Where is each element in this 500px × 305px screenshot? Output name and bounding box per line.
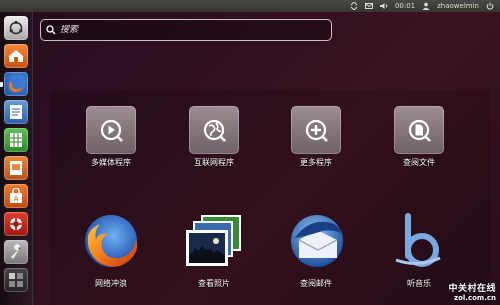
- ubuntu-logo-icon: [9, 20, 23, 35]
- category-tile-internet[interactable]: [189, 106, 239, 154]
- app-shortcut-photos[interactable]: [184, 212, 244, 270]
- presentation-icon: [10, 161, 22, 175]
- firefox-icon: [8, 77, 23, 93]
- launcher-settings[interactable]: [4, 240, 28, 264]
- search-icon: [46, 25, 56, 35]
- app-shortcut-web[interactable]: [80, 210, 142, 272]
- clock[interactable]: 00:01: [395, 2, 415, 10]
- workspace-switcher-icon: [9, 273, 23, 287]
- category-label-media[interactable]: 多媒体程序: [71, 157, 151, 168]
- app-label-web[interactable]: 网络冲浪: [71, 278, 151, 289]
- top-panel: 00:01 zhaowelmin: [0, 0, 500, 12]
- app-label-mail[interactable]: 查阅邮件: [276, 278, 356, 289]
- app-shortcut-music[interactable]: [390, 210, 446, 272]
- launcher-firefox[interactable]: [4, 72, 28, 96]
- network-icon[interactable]: [350, 2, 358, 10]
- internet-globe-icon: [203, 119, 226, 142]
- system-tray: 00:01 zhaowelmin: [350, 2, 494, 10]
- user-icon: [422, 2, 430, 10]
- app-label-photos[interactable]: 查看照片: [174, 278, 254, 289]
- running-indicator: [0, 82, 3, 87]
- launcher: A: [0, 12, 33, 305]
- launcher-writer[interactable]: [4, 100, 28, 124]
- dash-home-button[interactable]: [4, 16, 28, 40]
- launcher-software-center[interactable]: A: [4, 184, 28, 208]
- files-document-icon: [408, 119, 431, 142]
- photos-icon: [186, 215, 241, 266]
- launcher-help[interactable]: [4, 212, 28, 236]
- search-box[interactable]: [40, 19, 332, 41]
- category-tile-more-apps[interactable]: [291, 106, 341, 154]
- document-writer-icon: [10, 105, 22, 119]
- power-icon[interactable]: [486, 2, 494, 10]
- media-play-icon: [100, 119, 123, 142]
- thunderbird-mail-icon: [291, 215, 343, 267]
- volume-icon[interactable]: [379, 2, 388, 10]
- category-label-internet[interactable]: 互联网程序: [174, 157, 254, 168]
- category-label-more-apps[interactable]: 更多程序: [276, 157, 356, 168]
- user-name[interactable]: zhaowelmin: [437, 2, 479, 10]
- search-input[interactable]: [56, 25, 320, 35]
- lifebuoy-icon: [10, 218, 22, 230]
- watermark-line2: zol.com.cn: [454, 294, 496, 302]
- home-folder-icon: [9, 50, 23, 62]
- launcher-home-folder[interactable]: [4, 44, 28, 68]
- watermark: 中关村在线 zol.com.cn: [448, 281, 496, 302]
- launcher-impress[interactable]: [4, 156, 28, 180]
- firefox-icon: [85, 215, 138, 267]
- category-tile-files[interactable]: [394, 106, 444, 154]
- launcher-workspaces[interactable]: [4, 268, 28, 292]
- mail-icon[interactable]: [364, 2, 373, 10]
- app-shortcut-mail[interactable]: [287, 210, 347, 272]
- shopping-bag-icon: A: [10, 188, 22, 203]
- svg-text:A: A: [14, 195, 19, 203]
- more-apps-plus-icon: [305, 119, 328, 142]
- category-tile-media[interactable]: [86, 106, 136, 154]
- category-label-files[interactable]: 查阅文件: [379, 157, 459, 168]
- app-label-music[interactable]: 听音乐: [379, 278, 459, 289]
- watermark-line1: 中关村在线: [448, 284, 496, 294]
- wrench-settings-icon: [11, 244, 21, 259]
- launcher-calc[interactable]: [4, 128, 28, 152]
- banshee-music-icon: [395, 213, 441, 267]
- spreadsheet-icon: [10, 133, 22, 147]
